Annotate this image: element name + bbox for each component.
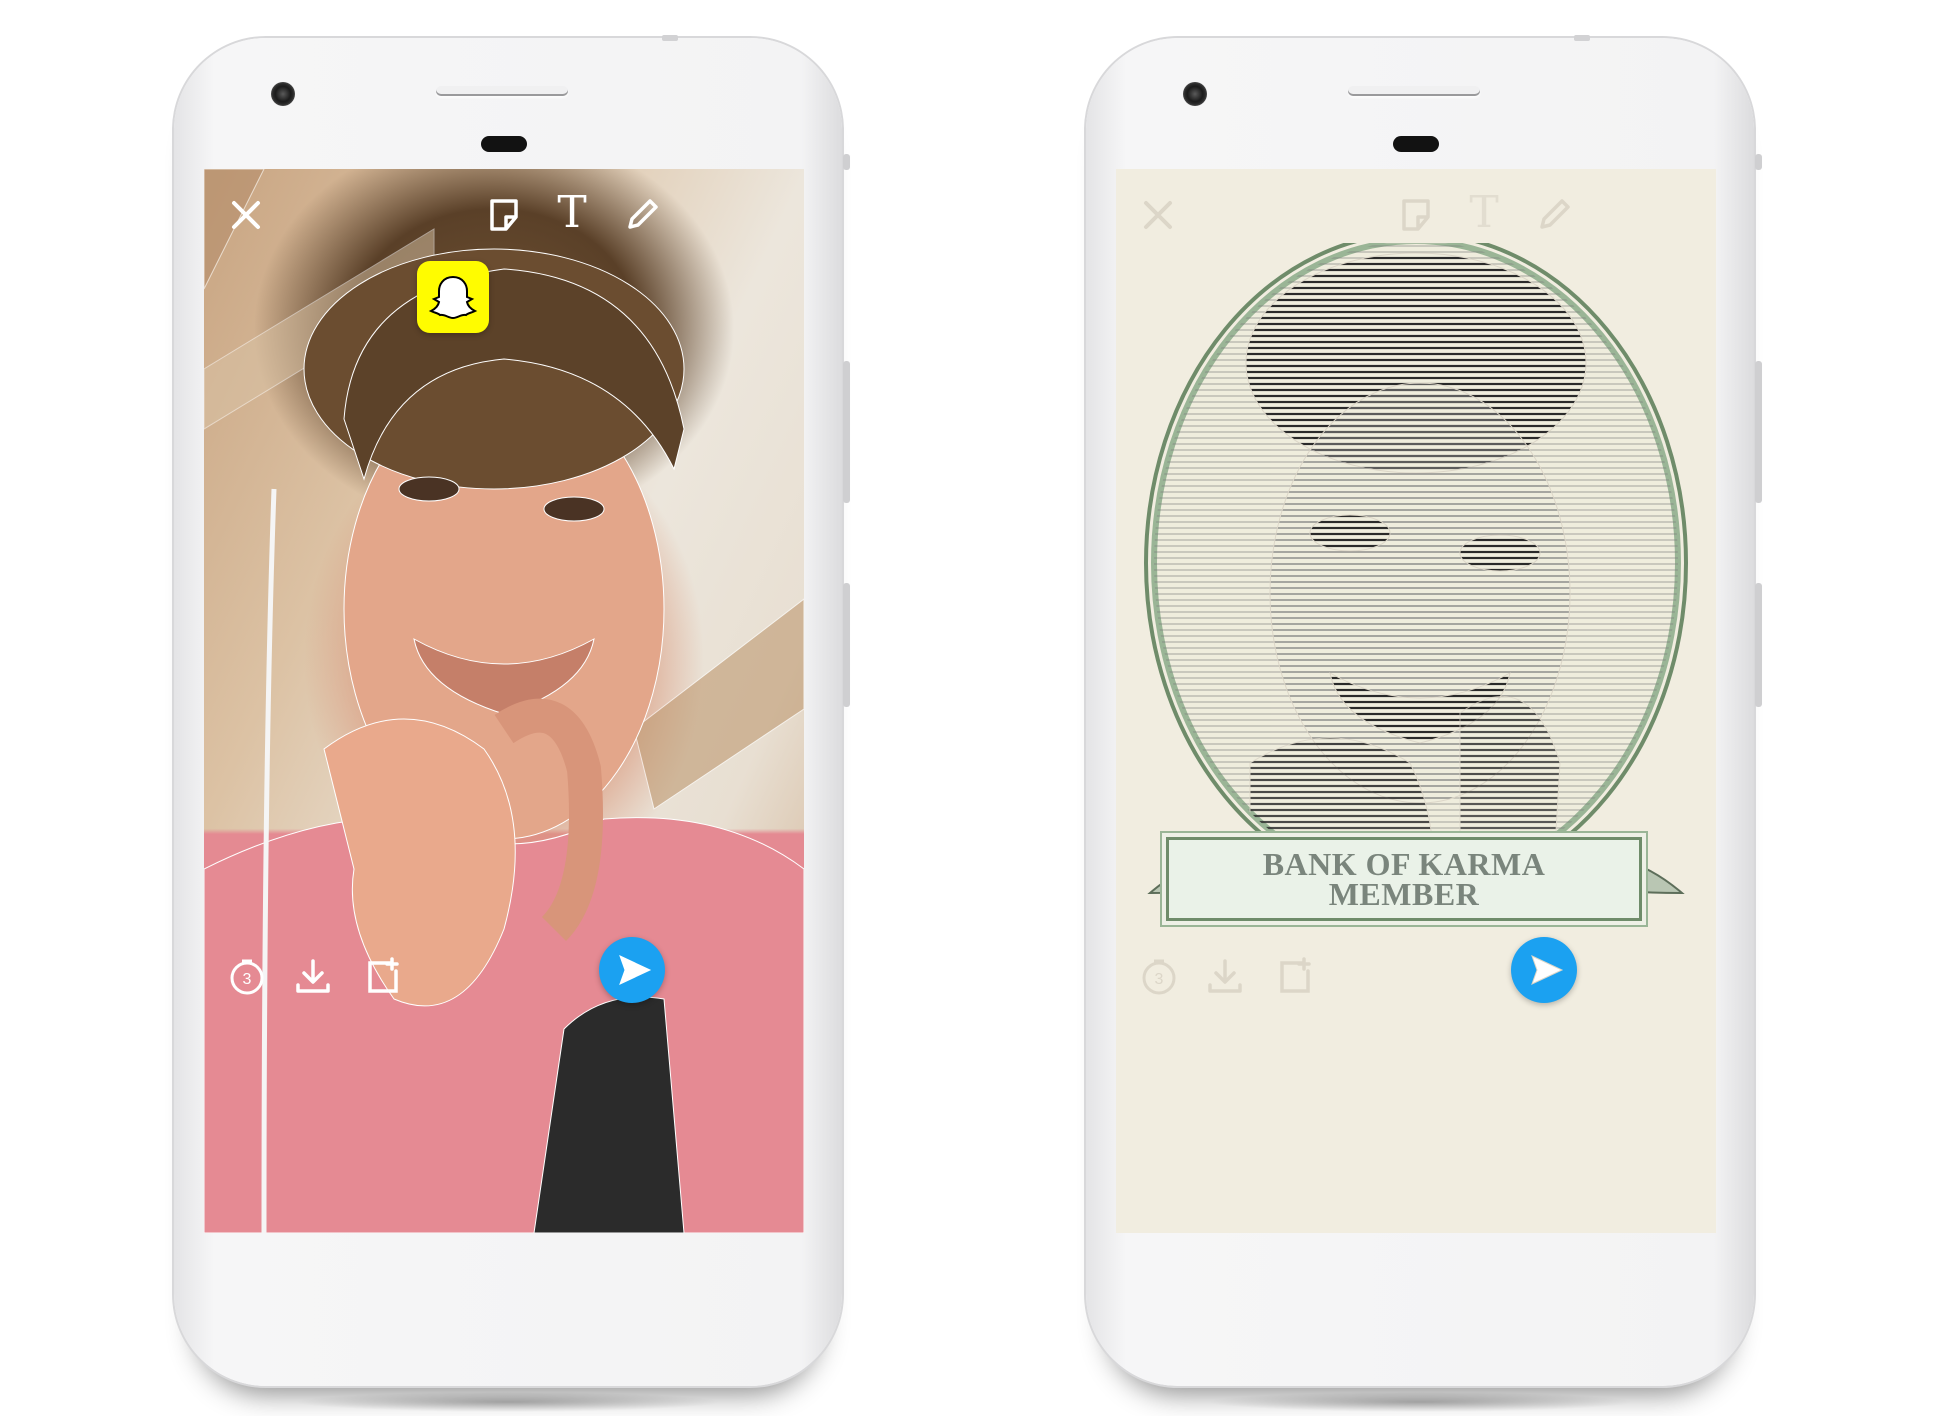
pencil-icon[interactable] bbox=[622, 195, 662, 235]
sticker-icon[interactable] bbox=[1396, 195, 1436, 235]
phone-left: T 3 bbox=[174, 35, 850, 1412]
selfie-photo bbox=[204, 169, 804, 1233]
power-button-top bbox=[843, 154, 850, 170]
download-icon[interactable] bbox=[1204, 955, 1246, 997]
send-button[interactable] bbox=[1511, 937, 1577, 1003]
phone-right: BANK OF KARMA MEMBER T 3 bbox=[1086, 35, 1762, 1412]
front-camera bbox=[271, 82, 295, 106]
bank-note-portrait bbox=[1144, 243, 1688, 895]
proximity-sensor bbox=[481, 136, 527, 152]
close-icon[interactable] bbox=[1138, 195, 1178, 235]
lens-preview-screen: BANK OF KARMA MEMBER T 3 bbox=[1116, 169, 1716, 1233]
bank-of-karma-banner: BANK OF KARMA MEMBER bbox=[1166, 837, 1642, 921]
pencil-icon[interactable] bbox=[1534, 195, 1574, 235]
close-icon[interactable] bbox=[226, 195, 266, 235]
volume-button bbox=[843, 361, 850, 503]
snapchat-ghost-icon bbox=[417, 261, 489, 333]
text-tool-icon[interactable]: T bbox=[1464, 191, 1504, 235]
add-to-story-icon[interactable] bbox=[1274, 955, 1316, 997]
add-to-story-icon[interactable] bbox=[362, 955, 404, 997]
power-button-top bbox=[1755, 154, 1762, 170]
power-button bbox=[843, 583, 850, 707]
phone-top-mark bbox=[1574, 35, 1590, 41]
svg-text:3: 3 bbox=[1155, 971, 1164, 988]
earpiece-speaker bbox=[436, 86, 568, 96]
svg-text:3: 3 bbox=[243, 971, 252, 988]
snap-preview-screen: T 3 bbox=[204, 169, 804, 1233]
phone-top-mark bbox=[662, 35, 678, 41]
download-icon[interactable] bbox=[292, 955, 334, 997]
text-tool-icon[interactable]: T bbox=[552, 191, 592, 235]
timer-icon[interactable]: 3 bbox=[226, 955, 268, 997]
send-arrow-icon bbox=[618, 955, 651, 985]
proximity-sensor bbox=[1393, 136, 1439, 152]
volume-button bbox=[1755, 361, 1762, 503]
power-button bbox=[1755, 583, 1762, 707]
earpiece-speaker bbox=[1348, 86, 1480, 96]
banner-line2: MEMBER bbox=[1328, 876, 1480, 912]
send-button[interactable] bbox=[599, 937, 665, 1003]
send-arrow-icon bbox=[1530, 955, 1563, 985]
sticker-icon[interactable] bbox=[484, 195, 524, 235]
banner-line1: BANK OF KARMA bbox=[1262, 846, 1546, 882]
front-camera bbox=[1183, 82, 1207, 106]
timer-icon[interactable]: 3 bbox=[1138, 955, 1180, 997]
